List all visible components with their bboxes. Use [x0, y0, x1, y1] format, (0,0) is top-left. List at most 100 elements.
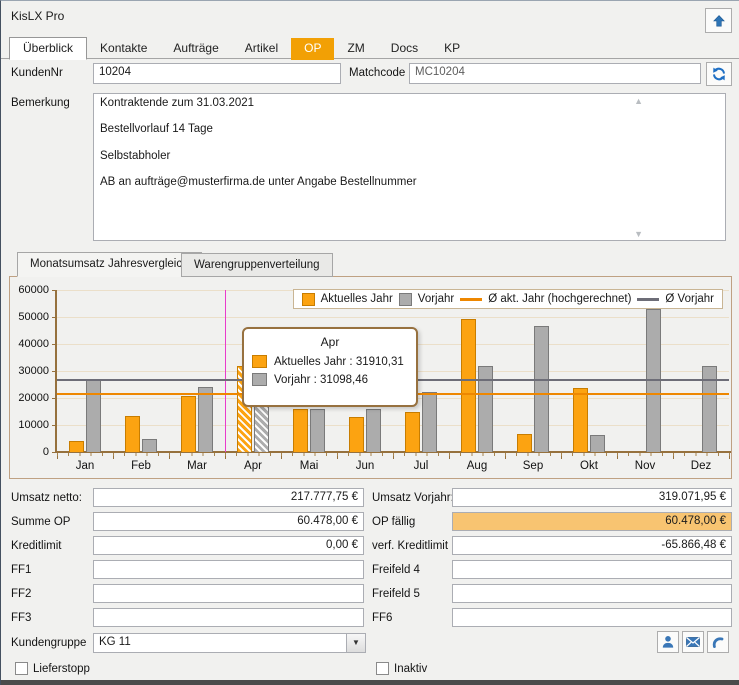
scroll-down-icon[interactable]: ▼: [634, 229, 643, 239]
umsatz-netto-value[interactable]: 217.777,75 €: [93, 488, 364, 507]
bar-vorjahr-mai[interactable]: [310, 409, 325, 452]
tab-kp[interactable]: KP: [431, 38, 473, 60]
freifeld5-label: Freifeld 5: [372, 588, 420, 600]
contact-person-button[interactable]: [657, 631, 679, 653]
kundengruppe-select[interactable]: KG 11 ▼: [93, 633, 366, 653]
tooltip-swatch-vorjahr: [252, 373, 267, 386]
chart-legend: Aktuelles Jahr Vorjahr Ø akt. Jahr (hoch…: [293, 289, 723, 309]
summe-op-label: Summe OP: [11, 516, 70, 528]
ff6-label: FF6: [372, 612, 392, 624]
kreditlimit-value[interactable]: 0,00 €: [93, 536, 364, 555]
ff3-input[interactable]: [93, 608, 364, 627]
kundennr-input[interactable]: 10204: [93, 63, 341, 84]
freifeld4-label: Freifeld 4: [372, 564, 420, 576]
kundengruppe-label: Kundengruppe: [11, 637, 86, 649]
bar-aktuelles-jahr-mai[interactable]: [293, 409, 308, 452]
bar-aktuelles-jahr-sep[interactable]: [517, 434, 532, 452]
window-title: KisLX Pro: [11, 9, 64, 23]
umsatz-vorjahr-value[interactable]: 319.071,95 €: [452, 488, 732, 507]
op-faellig-value[interactable]: 60.478,00 €: [452, 512, 732, 531]
bar-aktuelles-jahr-okt[interactable]: [573, 388, 588, 452]
lieferstopp-checkbox[interactable]: [15, 662, 28, 675]
y-axis-tick-label: 0: [9, 446, 49, 458]
inaktiv-checkbox[interactable]: [376, 662, 389, 675]
summe-op-value[interactable]: 60.478,00 €: [93, 512, 364, 531]
y-axis-tick: [52, 317, 56, 318]
gridline: [57, 317, 729, 318]
matchcode-input[interactable]: MC10204: [409, 63, 701, 84]
tab-artikel[interactable]: Artikel: [232, 38, 291, 60]
y-axis-tick-label: 20000: [9, 392, 49, 404]
x-axis-label-jun: Jun: [338, 460, 392, 472]
tab-kontakte[interactable]: Kontakte: [87, 38, 160, 60]
x-axis-label-okt: Okt: [562, 460, 616, 472]
ff3-label: FF3: [11, 612, 31, 624]
bar-aktuelles-jahr-jun[interactable]: [349, 417, 364, 452]
tooltip-swatch-aktuelles-jahr: [252, 355, 267, 368]
ff2-label: FF2: [11, 588, 31, 600]
y-axis-tick: [52, 371, 56, 372]
tab-docs[interactable]: Docs: [378, 38, 431, 60]
up-arrow-icon: [711, 13, 727, 29]
chart-minor-ticks: [57, 453, 730, 456]
y-axis-tick-label: 60000: [9, 284, 49, 296]
scroll-up-icon[interactable]: ▲: [634, 96, 643, 106]
tooltip-value-aktuelles-jahr: Aktuelles Jahr : 31910,31: [274, 356, 404, 368]
ff6-input[interactable]: [452, 608, 732, 627]
bar-vorjahr-mar[interactable]: [198, 387, 213, 452]
freifeld4-input[interactable]: [452, 560, 732, 579]
ff1-input[interactable]: [93, 560, 364, 579]
tab-op[interactable]: OP: [291, 38, 334, 60]
umsatz-vorjahr-label: Umsatz Vorjahr:: [372, 492, 454, 504]
refresh-button[interactable]: [706, 62, 732, 86]
bemerkung-textarea[interactable]: Kontraktende zum 31.03.2021 Bestellvorla…: [93, 93, 726, 241]
bar-vorjahr-sep[interactable]: [534, 326, 549, 452]
bar-aktuelles-jahr-feb[interactable]: [125, 416, 140, 452]
chevron-down-icon[interactable]: ▼: [346, 634, 365, 652]
tab-ueberblick[interactable]: Überblick: [9, 37, 87, 60]
y-axis-tick: [52, 452, 56, 453]
x-axis-label-feb: Feb: [114, 460, 168, 472]
ff2-input[interactable]: [93, 584, 364, 603]
bar-aktuelles-jahr-jul[interactable]: [405, 412, 420, 453]
tab-zm[interactable]: ZM: [334, 38, 377, 60]
kundengruppe-value: KG 11: [99, 636, 131, 648]
y-axis-tick-label: 30000: [9, 365, 49, 377]
bar-aktuelles-jahr-aug[interactable]: [461, 319, 476, 452]
bar-aktuelles-jahr-mar[interactable]: [181, 396, 196, 452]
legend-swatch-aktuelles-jahr: [302, 293, 315, 306]
y-axis-tick: [52, 290, 56, 291]
chart-panel: Aktuelles Jahr Vorjahr Ø akt. Jahr (hoch…: [9, 276, 732, 479]
chart-tab-warengruppen[interactable]: Warengruppenverteilung: [181, 253, 333, 277]
bar-vorjahr-jun[interactable]: [366, 409, 381, 452]
tooltip-row: Aktuelles Jahr : 31910,31: [252, 355, 408, 368]
x-axis-label-jan: Jan: [58, 460, 112, 472]
tooltip-row: Vorjahr : 31098,46: [252, 373, 408, 386]
legend-label-aktuelles-jahr: Aktuelles Jahr: [321, 293, 393, 305]
bar-vorjahr-feb[interactable]: [142, 439, 157, 452]
verf-kreditlimit-value[interactable]: -65.866,48 €: [452, 536, 732, 555]
x-axis-label-apr: Apr: [226, 460, 280, 472]
y-axis-tick: [52, 425, 56, 426]
x-axis-label-nov: Nov: [618, 460, 672, 472]
verf-kreditlimit-label: verf. Kreditlimit: [372, 540, 448, 552]
bar-aktuelles-jahr-jan[interactable]: [69, 441, 84, 452]
gridline: [57, 425, 729, 426]
x-axis-label-mai: Mai: [282, 460, 336, 472]
kreditlimit-label: Kreditlimit: [11, 540, 61, 552]
chart-tab-monatsumsatz[interactable]: Monatsumsatz Jahresvergleich: [17, 252, 202, 277]
collapse-panel-button[interactable]: [705, 8, 732, 33]
email-button[interactable]: [682, 631, 704, 653]
phone-button[interactable]: [707, 631, 729, 653]
bar-vorjahr-jan[interactable]: [86, 380, 101, 452]
contact-person-icon: [660, 634, 676, 650]
bar-vorjahr-okt[interactable]: [590, 435, 605, 452]
bar-vorjahr-jul[interactable]: [422, 392, 437, 452]
tab-auftraege[interactable]: Aufträge: [160, 38, 231, 60]
umsatz-netto-label: Umsatz netto:: [11, 492, 82, 504]
refresh-icon: [711, 66, 727, 82]
y-axis-tick-label: 40000: [9, 338, 49, 350]
x-axis-label-mar: Mar: [170, 460, 224, 472]
main-tabbar: Überblick Kontakte Aufträge Artikel OP Z…: [9, 37, 473, 60]
freifeld5-input[interactable]: [452, 584, 732, 603]
